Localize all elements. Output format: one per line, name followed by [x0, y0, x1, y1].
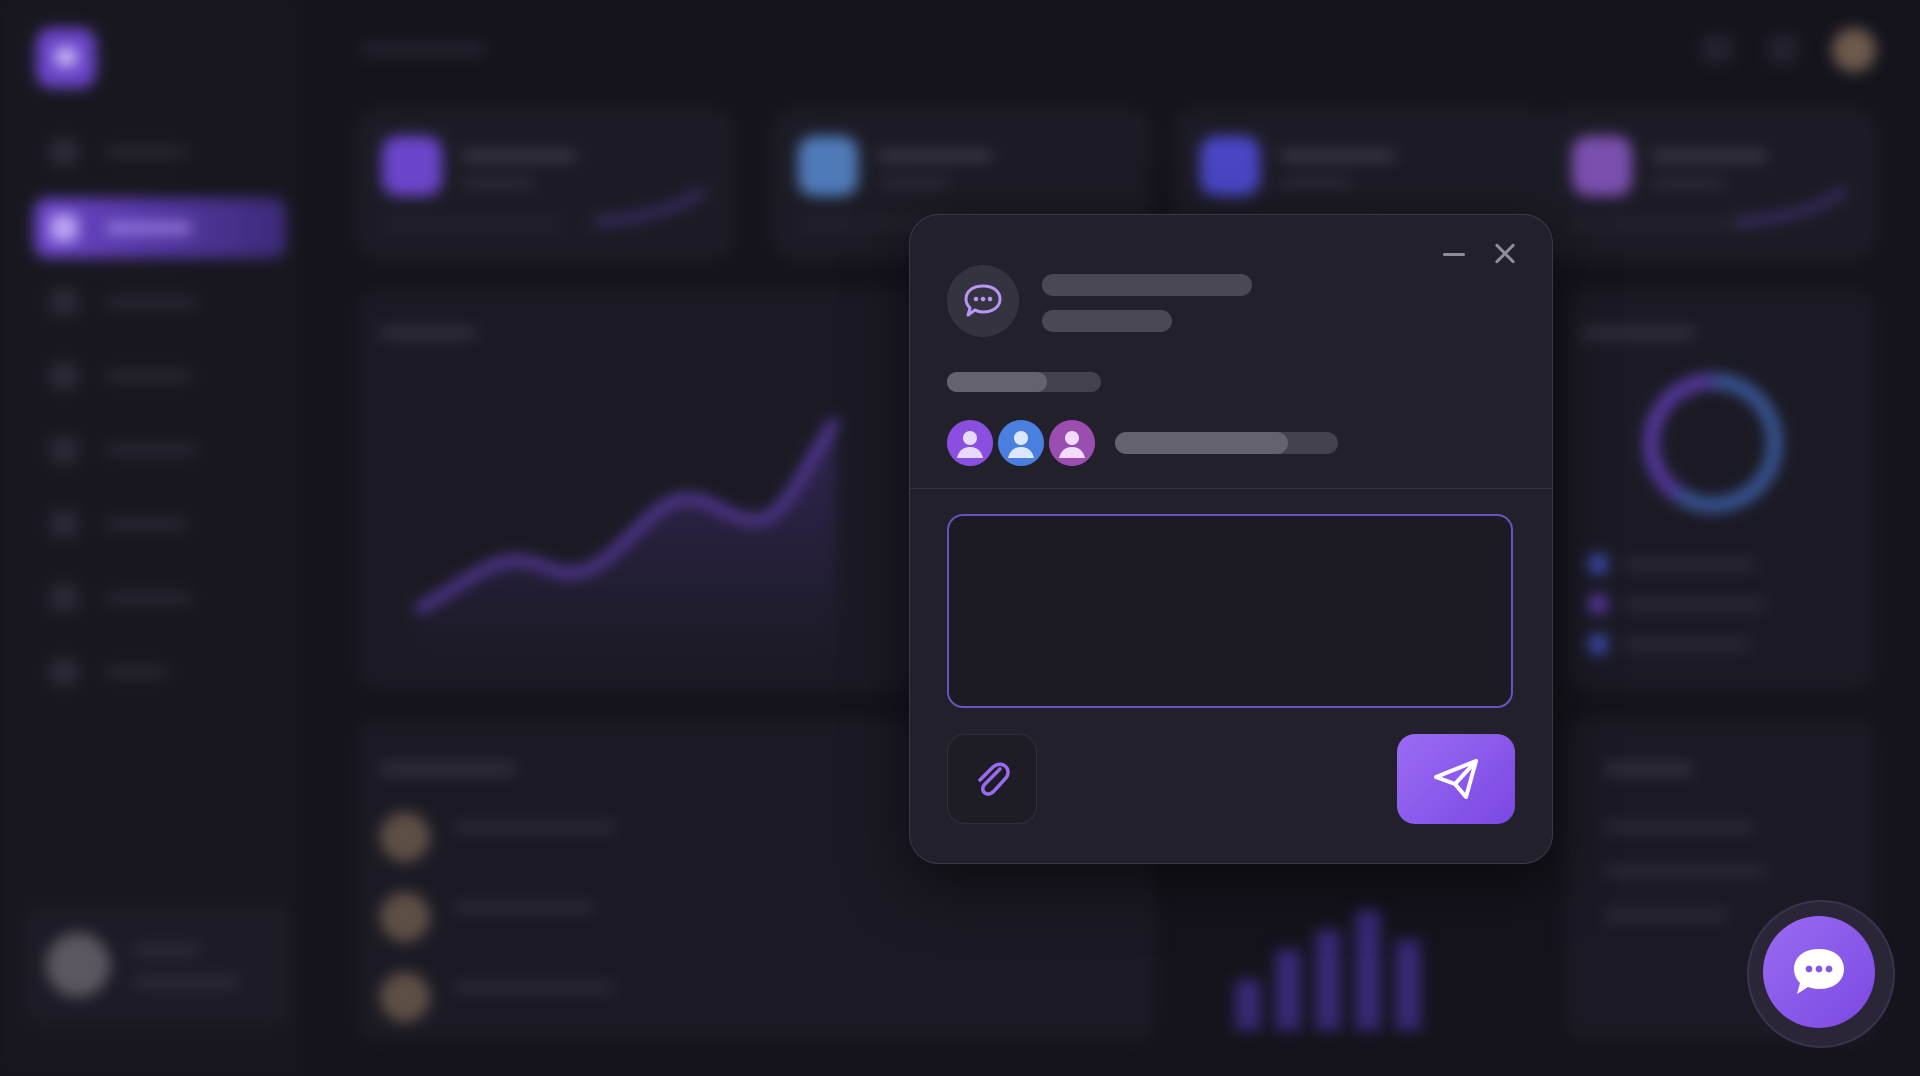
stat-icon	[1572, 136, 1632, 196]
send-button[interactable]	[1397, 734, 1515, 824]
chat-launcher-button[interactable]	[1763, 916, 1875, 1028]
folder-icon	[50, 510, 78, 538]
progress-placeholder	[947, 372, 1101, 392]
message-input[interactable]	[947, 514, 1513, 708]
sidebar-item-dashboard[interactable]	[34, 198, 286, 258]
sidebar-item-users[interactable]	[34, 346, 286, 406]
stat-icon	[1200, 136, 1260, 196]
stat-icon	[798, 136, 858, 196]
participant-avatar	[998, 420, 1044, 466]
paperclip-icon	[978, 762, 1010, 796]
chat-bubble-icon	[947, 265, 1019, 337]
sidebar-item-home[interactable]	[34, 122, 286, 182]
close-button[interactable]	[1488, 237, 1522, 271]
chat-modal	[909, 214, 1553, 864]
avatar	[380, 812, 430, 862]
avatar	[46, 933, 110, 997]
avatar[interactable]	[1832, 28, 1876, 72]
participant-avatar	[1049, 420, 1095, 466]
page-title	[360, 42, 486, 56]
chat-bubble-icon	[1794, 949, 1844, 994]
app-logo	[36, 28, 96, 88]
calendar-icon	[50, 436, 78, 464]
sidebar-item-settings[interactable]	[34, 642, 286, 702]
avatar	[380, 892, 430, 942]
send-icon	[1434, 759, 1478, 799]
donut-chart-panel	[1566, 290, 1876, 690]
sidebar	[0, 0, 300, 1076]
sidebar-item-messages[interactable]	[34, 568, 286, 628]
subtitle-placeholder	[1042, 310, 1172, 332]
settings-icon	[50, 658, 78, 686]
message-icon	[50, 584, 78, 612]
participant-avatar	[947, 420, 993, 466]
avatar	[380, 972, 430, 1022]
dashboard-icon	[50, 214, 78, 242]
divider	[910, 488, 1552, 489]
minimize-button[interactable]	[1436, 237, 1470, 271]
sidebar-item-calendar[interactable]	[34, 420, 286, 480]
sidebar-item-files[interactable]	[34, 494, 286, 554]
title-placeholder	[1042, 274, 1252, 296]
users-icon	[50, 362, 78, 390]
home-icon	[50, 138, 78, 166]
search-icon[interactable]	[1702, 34, 1732, 64]
participants-placeholder	[1115, 432, 1338, 454]
stat-card	[1546, 108, 1876, 260]
stat-card	[356, 108, 734, 260]
chart-icon	[50, 288, 78, 316]
bell-icon[interactable]	[1768, 34, 1798, 64]
attach-button[interactable]	[947, 734, 1037, 824]
stat-icon	[382, 136, 442, 196]
sidebar-item-analytics[interactable]	[34, 272, 286, 332]
user-profile-card[interactable]	[26, 905, 290, 1025]
